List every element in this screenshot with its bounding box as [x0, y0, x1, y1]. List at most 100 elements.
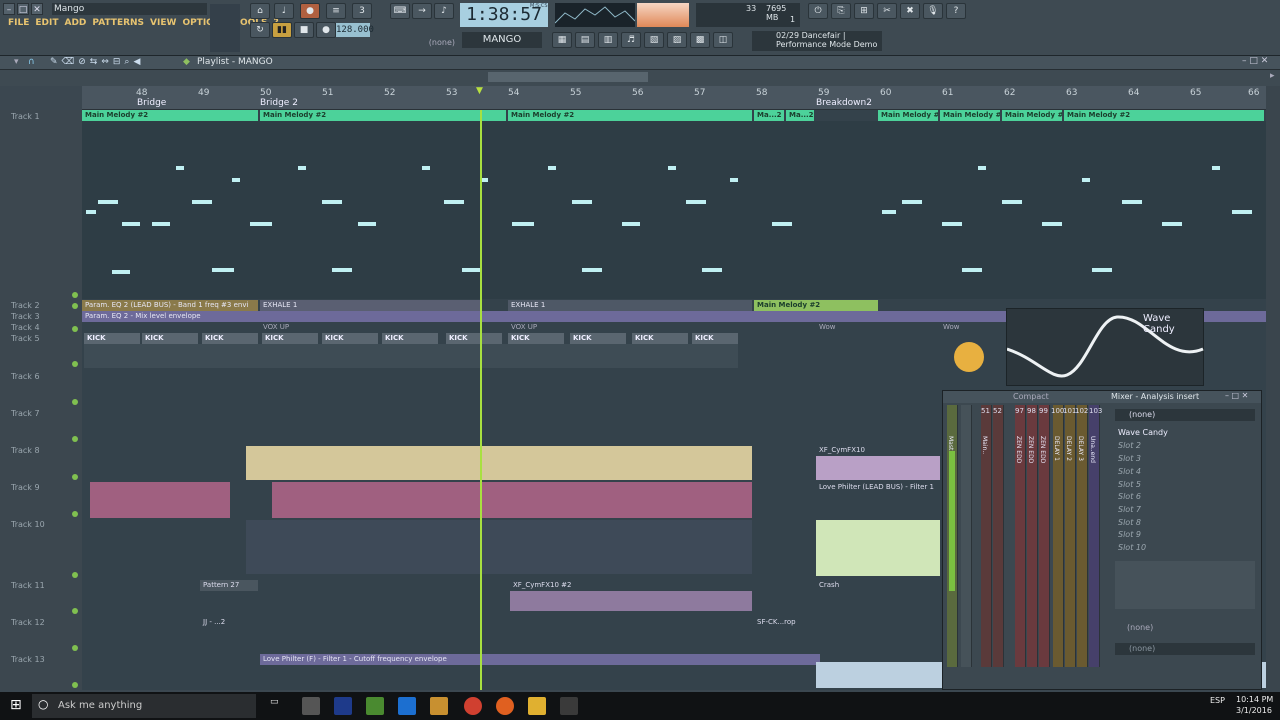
track-7-label[interactable]: Track 7 — [11, 409, 40, 418]
clip-cymfx-2[interactable]: XF_CymFX10 #2 — [510, 580, 752, 591]
clip-exhale[interactable]: EXHALE 1 — [260, 300, 480, 311]
file-explorer-icon[interactable] — [528, 697, 546, 715]
mixer-slot-7[interactable]: Slot 7 — [1118, 505, 1256, 516]
record-button[interactable]: ● — [316, 22, 336, 38]
clip-vox-up[interactable]: VOX UP — [260, 322, 500, 333]
track-8-label[interactable]: Track 8 — [11, 446, 40, 455]
clip-main-melody-short[interactable]: Ma...2 — [754, 110, 784, 121]
track-13-mute-icon[interactable] — [72, 682, 78, 688]
playhead[interactable] — [480, 110, 482, 690]
track-11-mute-icon[interactable] — [72, 608, 78, 614]
step-edit-button[interactable]: → — [412, 3, 432, 19]
clip-main-melody[interactable]: Main Melody #2 — [260, 110, 506, 121]
clip-main-melody[interactable]: Main Melody #2 — [878, 110, 938, 121]
mixer-slot-9[interactable]: Slot 9 — [1118, 530, 1256, 541]
mixer-slot-5[interactable]: Slot 5 — [1118, 480, 1256, 491]
track-4-label[interactable]: Track 4 — [11, 323, 40, 332]
track-1-label[interactable]: Track 1 — [11, 112, 40, 121]
mixer-slot-1[interactable]: Wave Candy — [1118, 428, 1256, 439]
clip-hats[interactable] — [272, 482, 752, 518]
mixer-slot-4[interactable]: Slot 4 — [1118, 467, 1256, 478]
edge-icon[interactable] — [398, 697, 416, 715]
eq-panel[interactable] — [1115, 561, 1255, 609]
track-9-label[interactable]: Track 9 — [11, 483, 40, 492]
blend-notes-button[interactable]: ♪ — [434, 3, 454, 19]
channel-rack-button[interactable]: ⊞ — [854, 3, 874, 19]
close-button[interactable]: ✕ — [31, 3, 43, 15]
cortana-search[interactable]: Ask me anything — [32, 694, 256, 718]
tool-7-icon[interactable]: ▩ — [690, 32, 710, 48]
wave-candy-window[interactable]: Wave Candy — [1006, 308, 1204, 386]
clip-main-melody[interactable]: Main Melody #2 — [1064, 110, 1264, 121]
menu-file[interactable]: FILE — [8, 18, 29, 28]
clip-kick[interactable]: KICK — [322, 333, 378, 344]
track-3-mute-icon[interactable] — [72, 303, 78, 309]
metronome-button[interactable]: ♩ — [274, 3, 294, 19]
minimize-button[interactable]: – — [3, 3, 15, 15]
track-2-label[interactable]: Track 2 — [11, 301, 40, 310]
clip-hats[interactable] — [90, 482, 230, 518]
tool-8-icon[interactable]: ◫ — [713, 32, 733, 48]
clip-kick[interactable]: KICK — [446, 333, 502, 344]
help-button[interactable]: ? — [946, 3, 966, 19]
tool-3-icon[interactable]: ▥ — [598, 32, 618, 48]
track-11-label[interactable]: Track 11 — [11, 581, 45, 590]
clip-main-melody-green[interactable]: Main Melody #2 — [754, 300, 878, 311]
mixer-slot-3[interactable]: Slot 3 — [1118, 454, 1256, 465]
snap-select[interactable]: (none) — [395, 38, 455, 50]
clock-date[interactable]: 3/1/2016 — [1236, 706, 1272, 715]
clip-wow[interactable]: Wow — [816, 322, 936, 333]
track-4-mute-icon[interactable] — [72, 326, 78, 332]
mixer-channel-52[interactable] — [993, 405, 1004, 667]
track-6-mute-icon[interactable] — [72, 399, 78, 405]
track-13-label[interactable]: Track 13 — [11, 655, 45, 664]
chrome-icon[interactable] — [464, 697, 482, 715]
master-volume-knob[interactable] — [210, 4, 240, 52]
app-terminal-icon[interactable] — [560, 697, 578, 715]
clip-wow[interactable]: Wow — [940, 322, 1000, 333]
task-view-icon[interactable]: ▭ — [270, 697, 288, 715]
mixer-slot-10[interactable]: Slot 10 — [1118, 543, 1256, 554]
clip-main-melody[interactable]: Main Melody #2 — [82, 110, 258, 121]
maximize-button[interactable]: □ — [17, 3, 29, 15]
clip-percussion[interactable] — [246, 520, 752, 574]
track-12-label[interactable]: Track 12 — [11, 618, 45, 627]
mixer-slot-6[interactable]: Slot 6 — [1118, 492, 1256, 503]
clip-kick[interactable]: KICK — [84, 333, 140, 344]
clip-kick[interactable]: KICK — [632, 333, 688, 344]
track-7-mute-icon[interactable] — [72, 436, 78, 442]
tool-icons[interactable]: ✎⌫⊘⇆⇔⊟⌕◀ — [50, 57, 144, 67]
track-8-mute-icon[interactable] — [72, 474, 78, 480]
clip-kick[interactable]: KICK — [508, 333, 564, 344]
tool-6-icon[interactable]: ▨ — [667, 32, 687, 48]
insert-routing[interactable]: (none) — [1127, 623, 1153, 632]
clip-crash[interactable]: Crash — [816, 580, 940, 591]
tempo-display[interactable]: 128.000 — [336, 23, 374, 37]
track-10-label[interactable]: Track 10 — [11, 520, 45, 529]
track-9-mute-icon[interactable] — [72, 511, 78, 517]
clip-sfck[interactable]: SF-CK...rop — [754, 617, 814, 628]
menu-view[interactable]: VIEW — [150, 18, 176, 28]
track-12-mute-icon[interactable] — [72, 645, 78, 651]
tool-5-icon[interactable]: ▧ — [644, 32, 664, 48]
clip-kick[interactable]: KICK — [202, 333, 258, 344]
app-green-icon[interactable] — [366, 697, 384, 715]
track-5-mute-icon[interactable] — [72, 361, 78, 367]
wait-input-button[interactable]: ≡ — [326, 3, 346, 19]
record-mode-button[interactable]: ● — [300, 3, 320, 19]
clip-noise[interactable] — [816, 520, 940, 576]
track-5-label[interactable]: Track 5 — [11, 334, 40, 343]
tool-2-icon[interactable]: ▤ — [575, 32, 595, 48]
clip-love-philter[interactable]: Love Philter (LEAD BUS) - Filter 1 — [816, 482, 940, 493]
playlist-window-controls[interactable]: – □ ✕ — [1242, 56, 1268, 66]
stop-button[interactable]: ■ — [294, 22, 314, 38]
input-language[interactable]: ESP — [1210, 696, 1225, 705]
mixer-window-controls[interactable]: – □ ✕ — [1225, 391, 1248, 400]
track-6-label[interactable]: Track 6 — [11, 372, 40, 381]
output-select[interactable]: (none) — [1115, 643, 1255, 655]
track-10-mute-icon[interactable] — [72, 572, 78, 578]
app-icon[interactable] — [302, 697, 320, 715]
clip-kick[interactable]: KICK — [692, 333, 738, 344]
clip-exhale[interactable]: EXHALE 1 — [508, 300, 752, 311]
menu-edit[interactable]: EDIT — [35, 18, 58, 28]
